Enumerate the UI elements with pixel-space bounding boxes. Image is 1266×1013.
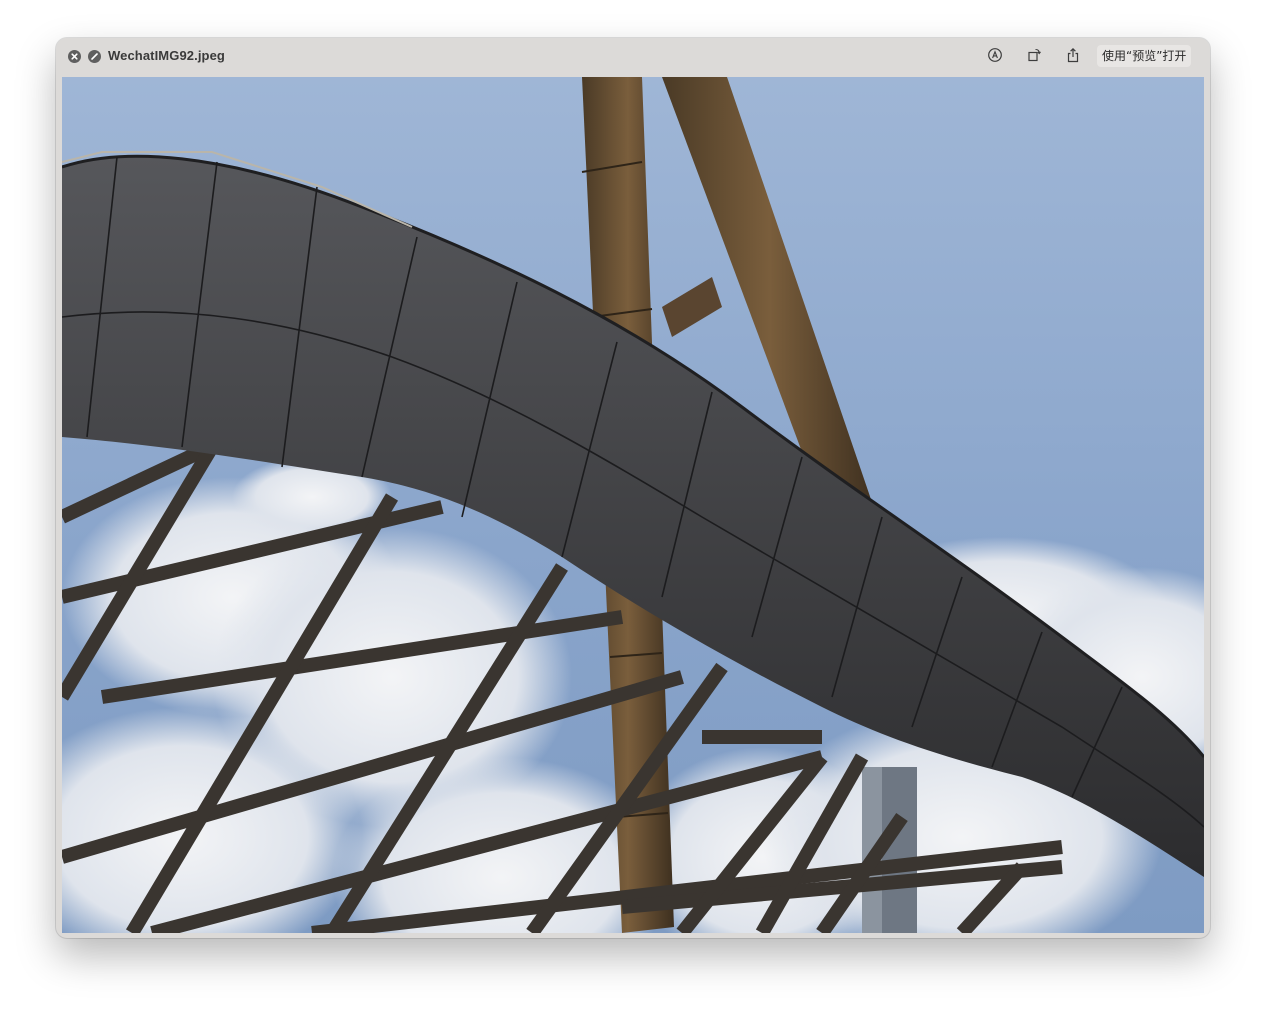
rotate-icon <box>1026 47 1042 68</box>
markup-button[interactable] <box>983 46 1007 68</box>
window-title: WechatIMG92.jpeg <box>108 48 225 63</box>
photo-architecture <box>62 77 1204 933</box>
grey-pillar <box>862 767 917 933</box>
share-icon <box>1065 47 1081 68</box>
quick-look-window: WechatIMG92.jpeg 使用“预览”打开 <box>56 38 1210 938</box>
fullscreen-button[interactable] <box>88 50 101 63</box>
close-button[interactable] <box>68 50 81 63</box>
rotate-button[interactable] <box>1022 46 1046 68</box>
title-bar: WechatIMG92.jpeg 使用“预览”打开 <box>56 38 1210 77</box>
share-button[interactable] <box>1061 46 1085 68</box>
fullscreen-icon <box>88 50 101 63</box>
image-preview <box>62 77 1204 933</box>
markup-pen-icon <box>987 47 1003 68</box>
open-with-preview-button[interactable]: 使用“预览”打开 <box>1097 45 1192 67</box>
close-icon <box>68 50 81 63</box>
